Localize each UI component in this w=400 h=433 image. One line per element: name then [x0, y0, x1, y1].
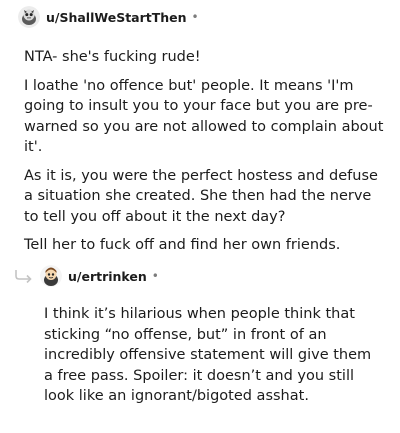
comment-header: u/ShallWeStartThen • — [0, 5, 400, 29]
separator-dot: • — [191, 10, 199, 24]
comment-username[interactable]: u/ShallWeStartThen — [46, 10, 187, 25]
comment-paragraph: NTA- she's fucking rude! — [24, 49, 201, 65]
comment-body: I think it’s hilarious when people think… — [44, 304, 384, 415]
comment-paragraph: Tell her to fuck off and find her own fr… — [24, 237, 341, 253]
comment-username[interactable]: u/ertrinken — [68, 269, 147, 284]
reply-arrow-icon — [14, 268, 36, 284]
snoo-avatar-icon[interactable] — [40, 265, 62, 287]
reply-comment: u/ertrinken • I think it’s hilarious whe… — [0, 264, 400, 404]
comment-body: NTA- she's fucking rude! I loathe 'no of… — [24, 47, 384, 264]
comment: u/ShallWeStartThen • NTA- she's fucking … — [0, 5, 400, 253]
comment-header: u/ertrinken • — [0, 264, 400, 288]
comment-paragraph: I loathe 'no offence but' people. It mea… — [24, 77, 384, 156]
separator-dot: • — [151, 269, 159, 283]
comment-paragraph: As it is, you were the perfect hostess a… — [24, 167, 378, 225]
comment-paragraph: I think it’s hilarious when people think… — [44, 306, 372, 404]
snoo-avatar-icon[interactable] — [18, 6, 40, 28]
